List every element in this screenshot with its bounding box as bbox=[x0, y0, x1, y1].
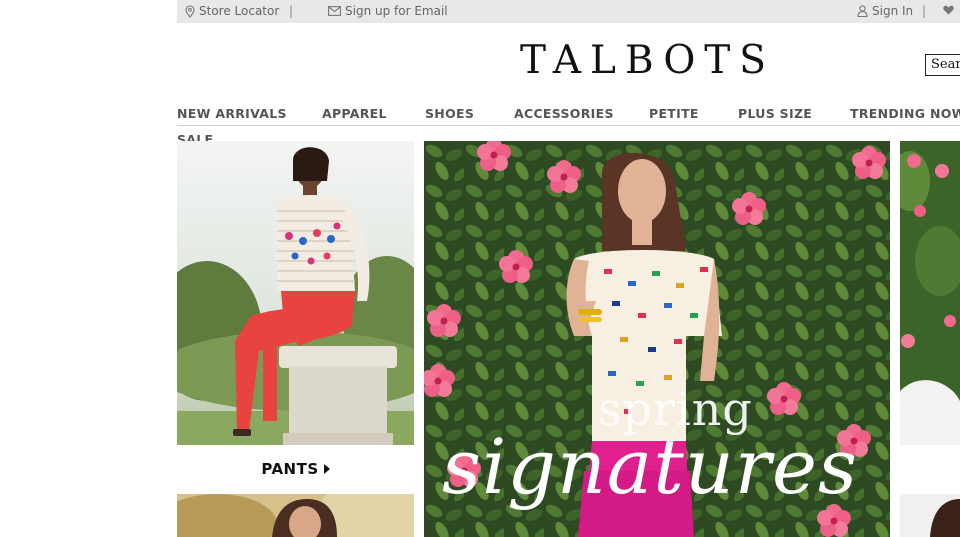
search-input[interactable]: Search bbox=[925, 54, 960, 76]
nav-plus-size[interactable]: PLUS SIZE bbox=[738, 106, 812, 121]
separator: | bbox=[922, 4, 927, 18]
pants-label: PANTS bbox=[261, 460, 319, 478]
store-locator-label: Store Locator bbox=[199, 4, 280, 18]
caret-right-icon bbox=[323, 460, 330, 478]
location-pin-icon bbox=[185, 4, 195, 18]
hero-banner[interactable] bbox=[424, 141, 890, 537]
separator: | bbox=[289, 4, 294, 18]
tile-image[interactable] bbox=[177, 494, 414, 537]
right-tile-image[interactable] bbox=[900, 141, 960, 445]
nav-apparel[interactable]: APPAREL bbox=[322, 106, 387, 121]
main-nav: NEW ARRIVALS APPAREL SHOES ACCESSORIES P… bbox=[177, 104, 960, 126]
heart-icon bbox=[943, 5, 954, 15]
store-locator-link[interactable]: Store Locator bbox=[185, 4, 279, 18]
wishlist-link[interactable] bbox=[943, 5, 954, 15]
nav-trending-now[interactable]: TRENDING NOW bbox=[850, 106, 960, 121]
pants-link[interactable]: PANTS bbox=[177, 460, 414, 478]
brand-logo[interactable]: TALBOTS bbox=[520, 38, 775, 83]
tile-image[interactable] bbox=[900, 494, 960, 537]
nav-shoes[interactable]: SHOES bbox=[425, 106, 474, 121]
nav-accessories[interactable]: ACCESSORIES bbox=[514, 106, 614, 121]
sign-in-label: Sign In bbox=[872, 4, 914, 18]
utility-bar: Store Locator | Sign up for Email Sign I… bbox=[177, 0, 960, 23]
email-signup-link[interactable]: Sign up for Email bbox=[328, 4, 448, 18]
pants-tile-image[interactable] bbox=[177, 141, 414, 445]
envelope-icon bbox=[328, 6, 341, 16]
nav-new-arrivals[interactable]: NEW ARRIVALS bbox=[177, 106, 287, 121]
user-icon bbox=[857, 5, 868, 17]
email-signup-label: Sign up for Email bbox=[345, 4, 448, 18]
nav-petite[interactable]: PETITE bbox=[649, 106, 699, 121]
sign-in-link[interactable]: Sign In bbox=[857, 4, 913, 18]
